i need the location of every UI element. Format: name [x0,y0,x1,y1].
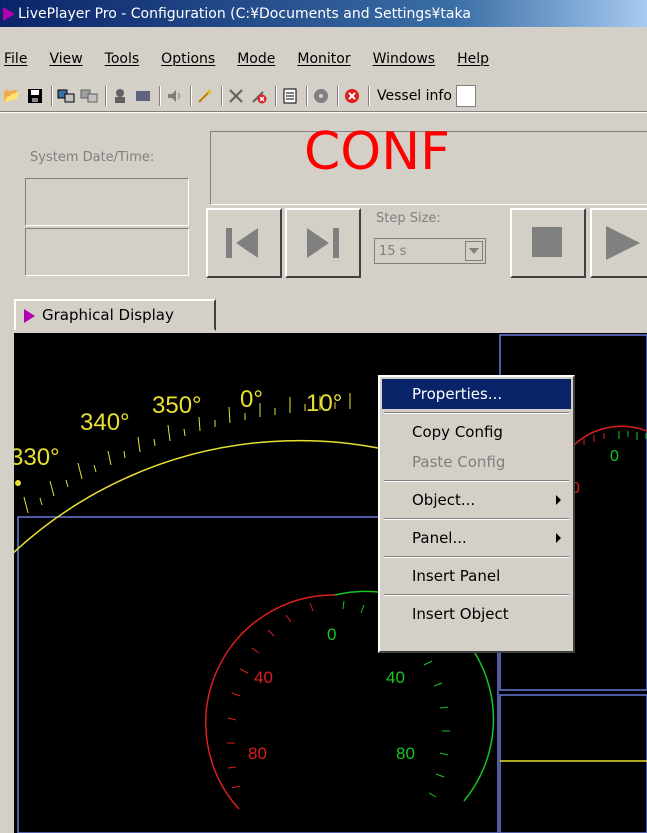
gauge-left-red-80: 80 [248,744,267,763]
menu-item-label: Insert Panel [412,567,501,585]
skip-forward-button[interactable] [285,208,361,278]
menu-item-insert-object[interactable]: Insert Object [382,599,571,629]
skip-forward-icon [307,228,339,258]
toolbar-separator [368,86,370,106]
chevron-down-icon[interactable] [465,241,483,261]
panel-outline-right-bottom [499,694,647,833]
gauge-left-green-0: 0 [327,625,336,644]
speaker-icon[interactable] [164,86,184,106]
toolbar-separator [337,86,339,106]
toolbar-separator [306,86,308,106]
menu-item-object[interactable]: Object... [382,485,571,515]
gauge-right-green-0: 0 [610,448,619,465]
status-banner-text: CONF [304,122,451,182]
toolbar-separator [159,86,161,106]
app-icon [3,7,15,21]
compass-label-10: 10° [306,390,342,417]
gauge-left-green-40: 40 [386,668,405,687]
menu-item-insert-panel[interactable]: Insert Panel [382,561,571,591]
menu-file[interactable]: File [4,51,27,67]
compass-label-350: 350° [152,392,202,419]
menu-windows[interactable]: Windows [373,51,436,67]
close-red-icon[interactable] [342,86,362,106]
skip-back-icon [226,228,258,258]
menu-help[interactable]: Help [457,51,489,67]
menu-item-panel[interactable]: Panel... [382,523,571,553]
play-arrow-icon [24,309,35,323]
datetime-field-2 [25,228,189,276]
menu-item-label: Insert Object [412,605,509,623]
submenu-arrow-icon [556,495,561,505]
menu-mode[interactable]: Mode [237,51,275,67]
menu-separator [384,518,569,520]
menu-item-label: Panel... [412,529,467,547]
step-size-label: Step Size: [376,211,441,226]
stop-icon [532,227,562,257]
menu-separator [384,480,569,482]
play-icon [606,226,640,260]
menu-item-label: Paste Config [412,453,506,471]
disc-icon[interactable] [311,86,331,106]
wand-icon[interactable] [195,86,215,106]
menu-item-paste-config[interactable]: Paste Config [382,447,571,477]
toolbar-separator [51,86,53,106]
datetime-field-1 [25,178,189,226]
compass-label-330: 330° [14,444,60,471]
step-size-value: 15 s [379,243,407,259]
menu-separator [384,556,569,558]
system-datetime-label: System Date/Time: [30,150,155,165]
tools-stop-icon[interactable] [249,86,269,106]
context-menu: Properties... Copy Config Paste Config O… [378,375,575,653]
list-icon[interactable] [280,86,300,106]
tab-graphical-display[interactable]: Graphical Display [14,299,216,331]
menu-item-label: Copy Config [412,423,503,441]
menu-item-copy-config[interactable]: Copy Config [382,417,571,447]
save-icon[interactable] [25,86,45,106]
toolbar-separator [275,86,277,106]
step-size-select[interactable]: 15 s [374,238,486,264]
compass-label-340: 340° [80,409,130,436]
vessel-info-label: Vessel info [377,88,452,104]
menu-item-label: Object... [412,491,476,509]
toolbar-separator [190,86,192,106]
gauge-left-red-40: 40 [254,668,273,687]
menu-tools[interactable]: Tools [105,51,140,67]
toolbar-separator [221,86,223,106]
screen-icon[interactable] [133,86,153,106]
skip-back-button[interactable] [206,208,282,278]
menu-monitor[interactable]: Monitor [297,51,350,67]
menu-item-properties[interactable]: Properties... [382,379,571,409]
window-title: LivePlayer Pro - Configuration (C:¥Docum… [18,5,471,22]
user-icon[interactable] [110,86,130,106]
menu-separator [384,412,569,414]
gauge-left-green-80: 80 [396,744,415,763]
menu-options[interactable]: Options [161,51,215,67]
divider [0,111,647,113]
menu-item-label: Properties... [412,385,503,403]
vessel-info-field[interactable] [455,85,476,107]
compass-label-0: 0° [240,386,263,413]
menu-view[interactable]: View [49,51,82,67]
menu-bar: File View Tools Options Mode Monitor Win… [0,48,647,70]
tools-icon[interactable] [226,86,246,106]
title-bar: LivePlayer Pro - Configuration (C:¥Docum… [0,0,647,27]
open-folder-icon[interactable]: 📂 [2,86,22,106]
network-icon[interactable] [56,86,76,106]
submenu-arrow-icon [556,533,561,543]
toolbar-separator [105,86,107,106]
tab-label: Graphical Display [42,306,174,324]
toolbar: 📂 Vessel info [0,82,647,110]
menu-separator [384,594,569,596]
gauge-right-fragment: 0 0 [571,425,647,497]
stop-button[interactable] [510,208,586,278]
network-disabled-icon[interactable] [79,86,99,106]
play-button[interactable] [590,208,647,278]
